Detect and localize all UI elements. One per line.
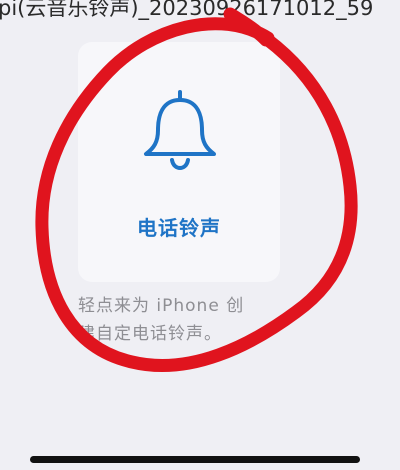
- description-line-1: 轻点来为 iPhone 创: [78, 296, 245, 316]
- ringtone-tile-label[interactable]: 电话铃声: [78, 212, 280, 241]
- ringtone-description: 轻点来为 iPhone 创 建自定电话铃声。: [78, 292, 290, 348]
- bell-icon: [144, 90, 216, 170]
- filename-header: pi(云音乐铃声)_20230926171012_59: [0, 0, 374, 20]
- description-line-2: 建自定电话铃声。: [78, 324, 222, 344]
- home-indicator[interactable]: [30, 456, 360, 463]
